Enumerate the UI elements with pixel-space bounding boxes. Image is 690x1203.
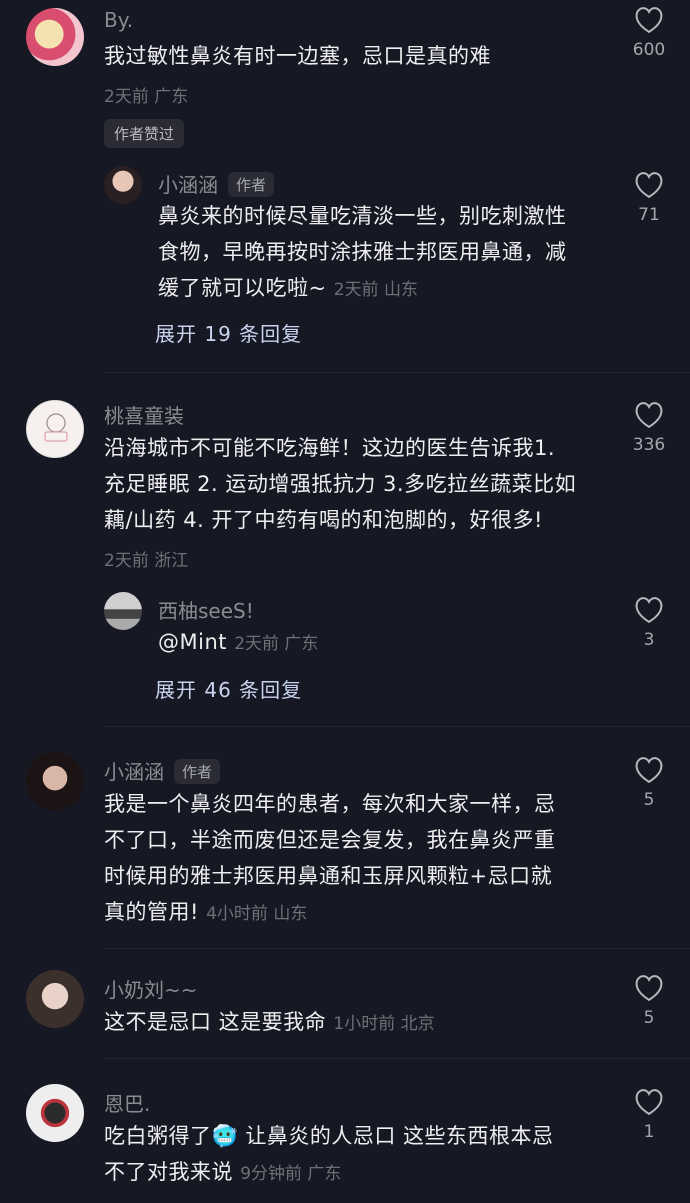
reply-avatar[interactable] xyxy=(104,166,142,204)
heart-outline-icon xyxy=(635,7,663,34)
comment-meta: 2天前 广东 xyxy=(104,87,189,107)
comment-meta: 4小时前 山东 xyxy=(206,904,308,924)
avatar[interactable] xyxy=(26,8,84,66)
comment-text: 我是一个鼻炎四年的患者，每次和大家一样，忌 不了口，半途而废但还是会复发，我在鼻… xyxy=(104,792,556,924)
reply-avatar[interactable] xyxy=(104,592,142,630)
comment-author-name[interactable]: By. xyxy=(104,8,133,32)
reply-meta: 2天前 广东 xyxy=(234,634,319,654)
avatar[interactable] xyxy=(26,400,84,458)
comment-author-name[interactable]: 小涵涵 作者 xyxy=(104,756,221,785)
avatar[interactable] xyxy=(26,970,84,1028)
comment-meta: 2天前 浙江 xyxy=(104,551,189,571)
comment-list: By. 我过敏性鼻炎有时一边塞，忌口是真的难 2天前 广东 作者赞过 600 小… xyxy=(0,0,690,1203)
like-count: 5 xyxy=(643,1008,655,1028)
cold-face-emoji-icon: 🥶 xyxy=(211,1124,239,1148)
expand-replies-button[interactable]: 展开 46 条回复 xyxy=(155,674,302,703)
like-count: 1 xyxy=(643,1122,655,1142)
comment-text: 吃白粥得了🥶 让鼻炎的人忌口 这些东西根本忌 不了对我来说 9分钟前 广东 xyxy=(104,1124,554,1184)
heart-outline-icon xyxy=(635,975,663,1002)
comment-text: 我过敏性鼻炎有时一边塞，忌口是真的难 xyxy=(104,44,491,68)
avatar[interactable] xyxy=(26,752,84,810)
comment-meta: 1小时前 北京 xyxy=(333,1014,435,1034)
author-tag: 作者 xyxy=(228,172,275,197)
like-button[interactable]: 3 xyxy=(619,596,679,650)
divider xyxy=(104,726,690,727)
comment-author-name[interactable]: 小奶刘~~ xyxy=(104,974,198,1003)
reply-author-name[interactable]: 小涵涵 作者 xyxy=(158,169,275,198)
avatar[interactable] xyxy=(26,1084,84,1142)
heart-outline-icon xyxy=(635,172,663,199)
divider xyxy=(104,372,690,373)
like-count: 600 xyxy=(632,40,666,60)
reply-text: 鼻炎来的时候尽量吃清淡一些，别吃刺激性 食物，早晚再按时涂抹雅士邦医用鼻通，减 … xyxy=(158,204,567,300)
comment-text: 沿海城市不可能不吃海鲜！这边的医生告诉我1. 充足睡眠 2. 运动增强抵抗力 3… xyxy=(104,436,577,532)
author-liked-badge: 作者赞过 xyxy=(104,119,185,148)
author-tag: 作者 xyxy=(174,759,221,784)
heart-outline-icon xyxy=(635,402,663,429)
like-button[interactable]: 71 xyxy=(619,171,679,225)
like-count: 336 xyxy=(632,435,666,455)
like-button[interactable]: 1 xyxy=(619,1088,679,1142)
heart-outline-icon xyxy=(635,597,663,624)
like-count: 5 xyxy=(643,790,655,810)
like-count: 71 xyxy=(638,205,660,225)
brand-logo-icon xyxy=(44,413,68,442)
like-button[interactable]: 600 xyxy=(619,6,679,60)
comment-author-name[interactable]: 桃喜童装 xyxy=(104,400,184,429)
comment-text: 这不是忌口 这是要我命 1小时前 北京 xyxy=(104,1010,435,1034)
comment-author-name[interactable]: 恩巴. xyxy=(104,1088,150,1117)
reply-author-name[interactable]: 西柚seeS! xyxy=(158,595,254,624)
comment-meta: 9分钟前 广东 xyxy=(240,1164,342,1184)
divider xyxy=(104,948,690,949)
heart-outline-icon xyxy=(635,757,663,784)
divider xyxy=(104,1058,690,1059)
like-button[interactable]: 336 xyxy=(619,401,679,455)
reply-meta: 2天前 山东 xyxy=(333,280,419,300)
expand-replies-button[interactable]: 展开 19 条回复 xyxy=(155,318,302,347)
reply-text: @Mint 2天前 广东 xyxy=(158,630,319,654)
like-button[interactable]: 5 xyxy=(619,756,679,810)
like-button[interactable]: 5 xyxy=(619,974,679,1028)
like-count: 3 xyxy=(643,630,655,650)
heart-outline-icon xyxy=(635,1089,663,1116)
